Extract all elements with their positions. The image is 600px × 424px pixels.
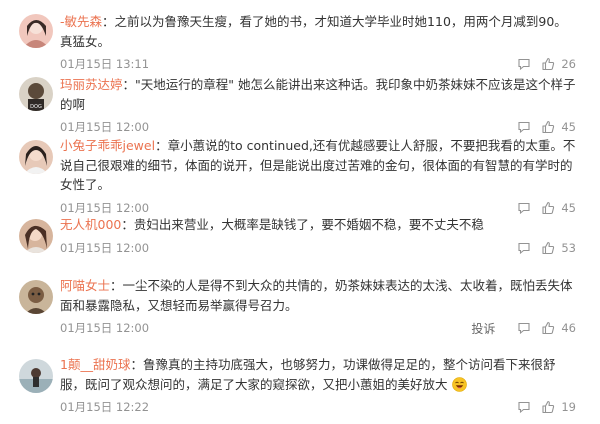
comment-time: 01月15日 12:00 — [60, 120, 150, 134]
username-link[interactable]: 小兔子乖乖jewel — [60, 138, 155, 153]
like-button[interactable]: 45 — [541, 201, 576, 215]
comment-icon — [517, 241, 531, 255]
avatar[interactable] — [19, 14, 53, 48]
comment-time: 01月15日 13:11 — [60, 57, 150, 71]
like-count: 26 — [561, 57, 576, 71]
comment-icon — [517, 321, 531, 335]
comment-icon — [517, 400, 531, 414]
reply-button[interactable] — [517, 120, 531, 134]
like-button[interactable]: 26 — [541, 57, 576, 71]
comment-time: 01月15日 12:00 — [60, 240, 150, 255]
comment-time: 01月15日 12:00 — [60, 200, 150, 215]
reply-button[interactable] — [517, 321, 531, 335]
comment-time: 01月15日 12:22 — [60, 400, 150, 414]
like-count: 45 — [561, 120, 576, 134]
comment-icon — [517, 120, 531, 134]
avatar[interactable]: DOG — [19, 77, 53, 111]
username-link[interactable]: 无人机000 — [60, 217, 121, 232]
like-count: 45 — [561, 200, 576, 215]
like-count: 19 — [561, 400, 576, 414]
comment-text: "天地运行的章程" 她怎么能讲出来这种话。我印象中奶茶妹妹不应该是这个样子的啊 — [60, 77, 576, 112]
comment-meta: 01月15日 13:11 26 — [60, 55, 576, 73]
laughing-emoji-icon — [451, 376, 467, 392]
avatar[interactable] — [19, 140, 53, 174]
comment-list: -敏先森：之前以为鲁豫天生瘦，看了她的书，才知道大学毕业时她110，用两个月减到… — [0, 0, 600, 424]
comment-time: 01月15日 12:00 — [60, 321, 150, 335]
comment-meta: 01月15日 12:00 45 — [60, 199, 576, 217]
report-link[interactable]: 投诉 — [471, 320, 495, 337]
like-button[interactable]: 46 — [541, 321, 576, 335]
username-link[interactable]: 阿喵女士 — [60, 278, 110, 293]
thumbs-up-icon — [541, 241, 555, 255]
avatar[interactable] — [19, 219, 53, 253]
reply-button[interactable] — [517, 241, 531, 255]
reply-button[interactable] — [517, 400, 531, 414]
thumbs-up-icon — [541, 57, 555, 71]
thumbs-up-icon — [541, 120, 555, 134]
reply-button[interactable] — [517, 201, 531, 215]
comment-icon — [517, 201, 531, 215]
username-link[interactable]: 1颠__甜奶球 — [60, 357, 130, 372]
comment-meta: 01月15日 12:22 19 — [60, 398, 576, 416]
comment-meta: 01月15日 12:00 45 — [60, 118, 576, 136]
like-button[interactable]: 19 — [541, 400, 576, 414]
thumbs-up-icon — [541, 321, 555, 335]
like-button[interactable]: 53 — [541, 241, 576, 255]
like-count: 46 — [561, 321, 576, 335]
comment-meta: 01月15日 12:00 投诉 46 — [60, 319, 576, 337]
like-count: 53 — [561, 240, 576, 255]
comment-text: 贵妇出来营业，大概率是缺钱了，要不婚姻不稳，要不丈夫不稳 — [133, 217, 484, 232]
avatar[interactable] — [19, 280, 53, 314]
comment-text: 一尘不染的人是得不到大众的共情的，奶茶妹妹表达的太浅、太收着，既怕丢失体面和暴露… — [60, 278, 573, 313]
thumbs-up-icon — [541, 201, 555, 215]
thumbs-up-icon — [541, 400, 555, 414]
username-link[interactable]: 玛丽苏达婷 — [60, 77, 123, 92]
username-link[interactable]: -敏先森 — [60, 14, 102, 29]
comment-icon — [517, 57, 531, 71]
like-button[interactable]: 45 — [541, 120, 576, 134]
comment-text: 之前以为鲁豫天生瘦，看了她的书，才知道大学毕业时她110，用两个月减到90。真猛… — [60, 14, 567, 49]
reply-button[interactable] — [517, 57, 531, 71]
svg-text:DOG: DOG — [30, 104, 42, 110]
avatar[interactable] — [19, 359, 53, 393]
comment-meta: 01月15日 12:00 53 — [60, 239, 576, 257]
